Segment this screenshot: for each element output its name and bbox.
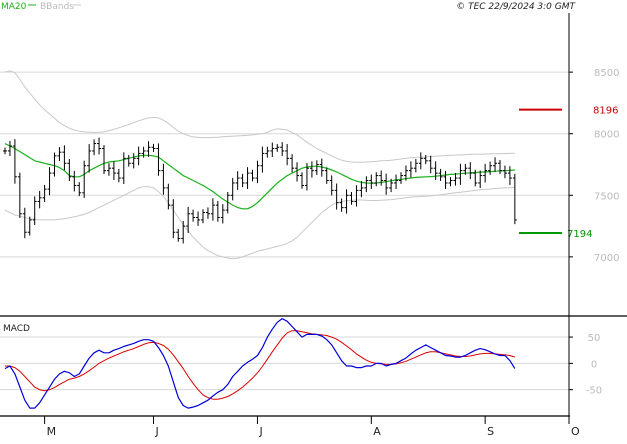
month-tick-label: M bbox=[47, 425, 57, 438]
support-level-label: 7194 bbox=[567, 229, 592, 240]
copyright-label: © TEC 22/9/2024 3:0 GMT bbox=[456, 2, 576, 12]
month-tick-label: S bbox=[487, 425, 494, 438]
price-tick-label: 8500 bbox=[594, 68, 619, 79]
macd-panel-title: MACD bbox=[3, 324, 30, 334]
price-tick-label: 7500 bbox=[594, 191, 619, 202]
chart-svg: MA20 BBands © TEC 22/9/2024 3:0 GMT 8196… bbox=[0, 0, 627, 440]
price-tick-label: 8000 bbox=[594, 130, 619, 141]
month-tick-label: J bbox=[258, 425, 262, 438]
month-tick-label: J bbox=[155, 425, 159, 438]
legend-ma-label: MA20 bbox=[1, 2, 27, 12]
macd-tick-label: -50 bbox=[586, 386, 602, 397]
month-tick-label: O bbox=[571, 425, 580, 438]
chart-background bbox=[0, 0, 627, 440]
macd-tick-label: 50 bbox=[588, 333, 601, 344]
resistance-level-label: 8196 bbox=[593, 106, 618, 117]
month-tick-label: A bbox=[373, 425, 381, 438]
legend-bbands-label: BBands bbox=[40, 2, 74, 12]
price-tick-label: 7000 bbox=[594, 253, 619, 264]
chart-stage: MA20 BBands © TEC 22/9/2024 3:0 GMT 8196… bbox=[0, 0, 627, 440]
macd-tick-label: 0 bbox=[591, 359, 597, 370]
